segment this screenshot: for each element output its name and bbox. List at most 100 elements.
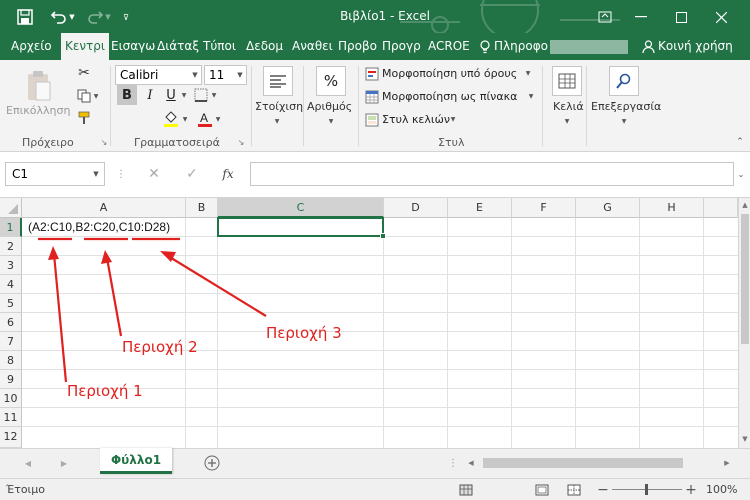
conditional-formatting-icon[interactable]	[364, 66, 380, 82]
bold-button[interactable]: B	[117, 85, 137, 105]
copy-icon[interactable]	[76, 88, 92, 104]
borders-dropdown-icon[interactable]: ▼	[210, 85, 218, 105]
alignment-dropdown-icon[interactable]: ▼	[272, 116, 282, 126]
cells-button[interactable]: Κελιά	[553, 100, 584, 113]
font-color-dropdown-icon[interactable]: ▼	[214, 110, 222, 128]
name-box-dropdown-icon[interactable]: ▼	[90, 165, 102, 183]
format-as-table-button[interactable]: Μορφοποίηση ως πίνακα	[382, 90, 517, 103]
next-sheet-icon[interactable]: ▶	[58, 457, 70, 469]
font-launcher-icon[interactable]: ↘	[236, 137, 246, 147]
vertical-scrollbar[interactable]: ▲ ▼	[738, 198, 750, 448]
font-size-value: 11	[209, 68, 225, 82]
format-as-table-dropdown-icon[interactable]: ▼	[527, 91, 535, 101]
scroll-up-icon[interactable]: ▲	[740, 200, 750, 210]
share-button[interactable]: Κοινή χρήση	[658, 39, 733, 53]
collapse-ribbon-icon[interactable]: ⌃	[734, 136, 746, 148]
tab-formulas[interactable]: Τύποι	[199, 33, 240, 60]
scroll-right-icon[interactable]: ▶	[721, 457, 733, 469]
underline-button[interactable]: U	[162, 85, 180, 105]
tab-view[interactable]: Προβο	[334, 33, 381, 60]
clipboard-launcher-icon[interactable]: ↘	[99, 137, 109, 147]
font-name-box[interactable]: Calibri	[115, 65, 202, 85]
more-options-icon: ⋮	[116, 168, 126, 180]
zoom-level[interactable]: 100%	[706, 483, 737, 496]
font-color-icon[interactable]: A	[196, 110, 214, 128]
undo-icon[interactable]	[50, 8, 68, 26]
status-ready: Έτοιμο	[6, 483, 46, 496]
ribbon-tabs: Αρχείο Κεντρι Εισαγω Διάταξ Τύποι Δεδομ …	[0, 33, 750, 60]
zoom-slider-thumb[interactable]	[645, 484, 648, 495]
font-size-dropdown-icon[interactable]: ▼	[235, 66, 245, 84]
fill-color-icon[interactable]	[162, 110, 180, 128]
tab-acroe[interactable]: ACROE	[424, 33, 474, 60]
tab-developer[interactable]: Προγρ	[378, 33, 425, 60]
insert-function-icon[interactable]: fx	[218, 165, 238, 183]
cell-styles-icon[interactable]	[364, 112, 380, 128]
vertical-scroll-thumb[interactable]	[741, 214, 749, 344]
italic-button[interactable]: I	[141, 85, 159, 105]
horizontal-scroll-thumb[interactable]	[483, 458, 683, 468]
sheet-tab-active[interactable]: Φύλλο1	[100, 448, 172, 474]
lightbulb-icon[interactable]	[478, 38, 492, 55]
borders-icon[interactable]	[193, 87, 209, 103]
percent-icon[interactable]: %	[316, 66, 346, 96]
tab-data[interactable]: Δεδομ	[242, 33, 287, 60]
annotation-region-2: Περιοχή 2	[122, 338, 198, 356]
prev-sheet-icon[interactable]: ◀	[22, 457, 34, 469]
normal-view-icon[interactable]	[458, 482, 474, 498]
name-box-value: C1	[12, 167, 29, 181]
page-break-view-icon[interactable]	[566, 482, 582, 498]
styles-group-label: Στυλ	[438, 136, 465, 149]
tab-layout[interactable]: Διάταξ	[153, 33, 203, 60]
cut-icon[interactable]: ✂	[76, 65, 92, 81]
formula-input[interactable]	[250, 162, 734, 186]
worksheet-grid[interactable]: A B C D E F G H 1 2 3 4 5 6 7 8 9 10 11 …	[0, 198, 750, 448]
cell-styles-dropdown-icon[interactable]: ▼	[449, 114, 457, 124]
tab-split-icon[interactable]: ⋮	[448, 455, 458, 471]
sheet-tabs-bar: ◀ ▶ Φύλλο1 ⋮ ◀ ▶	[0, 448, 750, 478]
scroll-down-icon[interactable]: ▼	[740, 434, 750, 444]
conditional-formatting-dropdown-icon[interactable]: ▼	[524, 68, 532, 78]
tell-me-search[interactable]: Πληροφο	[494, 39, 548, 53]
expand-formula-bar-icon[interactable]: ⌄	[735, 165, 747, 183]
save-icon[interactable]	[16, 8, 34, 26]
maximize-icon[interactable]	[672, 8, 690, 26]
alignment-icon[interactable]	[263, 66, 293, 96]
editing-search-icon[interactable]	[609, 66, 639, 96]
add-sheet-icon[interactable]	[203, 454, 221, 472]
cancel-icon[interactable]: ✕	[145, 165, 163, 183]
tab-review[interactable]: Αναθει	[288, 33, 337, 60]
enter-icon[interactable]: ✓	[183, 165, 201, 183]
tab-file[interactable]: Αρχείο	[7, 33, 56, 60]
editing-button[interactable]: Επεξεργασία	[591, 100, 661, 113]
alignment-button[interactable]: Στοίχιση	[255, 100, 303, 113]
undo-dropdown-icon[interactable]: ▼	[68, 8, 76, 26]
ribbon-display-options-icon[interactable]	[596, 8, 614, 26]
zoom-out-icon[interactable]: −	[596, 482, 610, 498]
conditional-formatting-button[interactable]: Μορφοποίηση υπό όρους	[382, 67, 517, 80]
customize-toolbar-icon[interactable]: ⊽	[120, 8, 132, 26]
fill-color-dropdown-icon[interactable]: ▼	[181, 110, 189, 128]
scroll-left-icon[interactable]: ◀	[465, 457, 477, 469]
format-painter-icon[interactable]	[76, 110, 92, 126]
cell-styles-button[interactable]: Στυλ κελιών	[382, 113, 450, 126]
page-layout-view-icon[interactable]	[534, 482, 550, 498]
copy-dropdown-icon[interactable]: ▼	[92, 88, 100, 104]
person-icon[interactable]	[640, 38, 656, 55]
number-dropdown-icon[interactable]: ▼	[326, 116, 336, 126]
horizontal-scrollbar[interactable]: ◀ ▶	[465, 455, 735, 471]
cells-icon[interactable]	[552, 66, 582, 96]
cells-dropdown-icon[interactable]: ▼	[562, 116, 572, 126]
close-icon[interactable]	[712, 8, 730, 26]
editing-dropdown-icon[interactable]: ▼	[619, 116, 629, 126]
separator	[251, 66, 252, 146]
underline-dropdown-icon[interactable]: ▼	[180, 85, 188, 105]
tab-insert[interactable]: Εισαγω	[107, 33, 159, 60]
font-name-dropdown-icon[interactable]: ▼	[190, 66, 200, 84]
zoom-in-icon[interactable]: +	[684, 482, 698, 498]
account-area[interactable]	[550, 40, 628, 54]
minimize-icon[interactable]	[632, 8, 650, 26]
tab-home[interactable]: Κεντρι	[61, 33, 109, 60]
number-button[interactable]: Αριθμός	[307, 100, 352, 113]
format-as-table-icon[interactable]	[364, 89, 380, 105]
